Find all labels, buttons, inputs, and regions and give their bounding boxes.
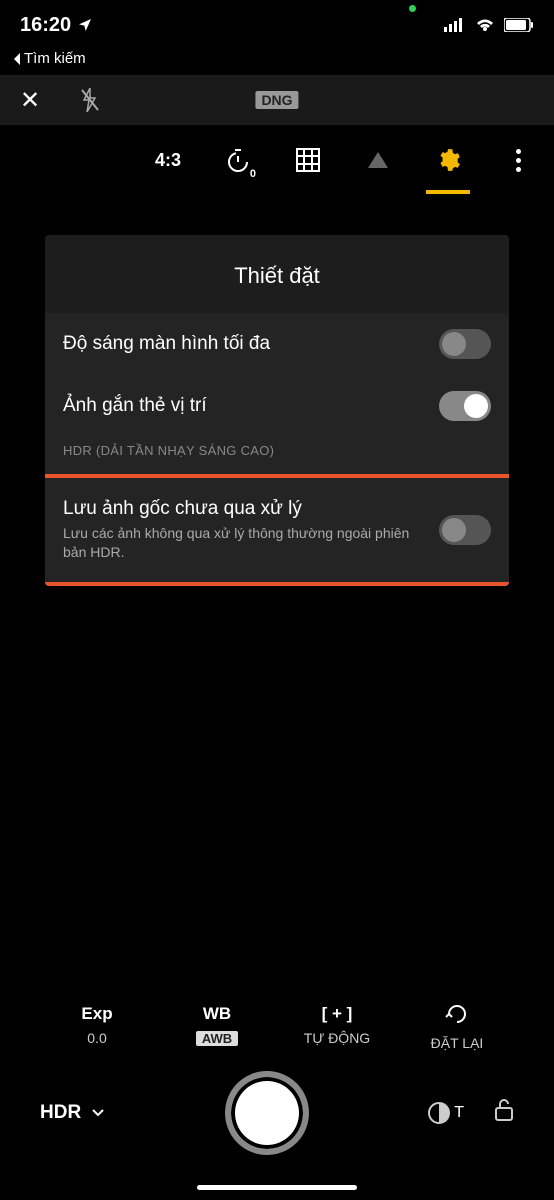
focus-control[interactable]: [ + ] TỰ ĐỘNG — [292, 1004, 382, 1051]
control-value: 0.0 — [52, 1030, 142, 1046]
camera-top-bar: ✕ DNG — [0, 75, 554, 125]
control-label: [ + ] — [292, 1004, 382, 1024]
flash-off-icon[interactable] — [80, 88, 100, 112]
cellular-icon — [444, 18, 466, 32]
level-button[interactable] — [362, 144, 394, 176]
aspect-ratio-button[interactable]: 4:3 — [152, 144, 184, 176]
unlock-icon — [494, 1098, 514, 1122]
settings-button[interactable] — [432, 144, 464, 176]
control-label: Exp — [52, 1004, 142, 1024]
grid-icon — [296, 148, 320, 172]
status-time: 16:20 — [20, 14, 71, 37]
toggle-geotag[interactable] — [439, 391, 491, 421]
control-value: AWB — [196, 1031, 238, 1046]
camera-active-dot — [409, 5, 416, 12]
whitebalance-control[interactable]: WB AWB — [172, 1004, 262, 1051]
setting-sublabel: Lưu các ảnh không qua xử lý thông thường… — [63, 524, 427, 562]
lock-button[interactable] — [494, 1098, 514, 1128]
tool-row: 4:3 0 — [0, 125, 554, 195]
timer-icon — [225, 147, 251, 173]
triangle-icon — [366, 150, 390, 170]
setting-geotag[interactable]: Ảnh gắn thẻ vị trí — [45, 375, 509, 437]
reset-control[interactable]: ĐẶT LẠI — [412, 1004, 502, 1051]
setting-label: Ảnh gắn thẻ vị trí — [63, 395, 207, 417]
filter-button[interactable]: T — [428, 1102, 464, 1124]
control-value: ĐẶT LẠI — [412, 1035, 502, 1051]
dng-badge[interactable]: DNG — [255, 91, 298, 109]
shutter-button[interactable] — [225, 1071, 309, 1155]
status-bar: 16:20 — [0, 0, 554, 50]
reset-icon — [445, 1004, 469, 1024]
toggle-save-raw[interactable] — [439, 515, 491, 545]
filter-icon — [428, 1102, 450, 1124]
filter-label: T — [454, 1104, 464, 1122]
more-dots-icon — [516, 149, 521, 172]
toggle-brightness[interactable] — [439, 329, 491, 359]
timer-value: 0 — [250, 168, 256, 180]
location-arrow-icon — [77, 17, 93, 33]
setting-save-raw[interactable]: Lưu ảnh gốc chưa qua xử lý Lưu các ảnh k… — [45, 474, 509, 586]
mode-selector[interactable]: HDR — [40, 1102, 105, 1124]
timer-button[interactable]: 0 — [222, 144, 254, 176]
close-icon[interactable]: ✕ — [20, 86, 40, 115]
setting-label: Độ sáng màn hình tối đa — [63, 333, 270, 355]
chevron-down-icon — [91, 1108, 105, 1118]
setting-label: Lưu ảnh gốc chưa qua xử lý — [63, 498, 427, 520]
settings-panel: Thiết đặt Độ sáng màn hình tối đa Ảnh gắ… — [45, 235, 509, 586]
battery-icon — [504, 18, 534, 32]
home-indicator[interactable] — [197, 1185, 357, 1190]
exposure-control[interactable]: Exp 0.0 — [52, 1004, 142, 1051]
back-label: Tìm kiếm — [24, 50, 86, 67]
more-button[interactable] — [502, 144, 534, 176]
setting-brightness[interactable]: Độ sáng màn hình tối đa — [45, 313, 509, 375]
setting-section-hdr: HDR (DẢI TẦN NHẠY SÁNG CAO) — [45, 437, 509, 474]
gear-icon — [435, 147, 461, 173]
chevron-left-icon — [12, 52, 22, 66]
control-value: TỰ ĐỘNG — [292, 1030, 382, 1046]
bottom-controls: Exp 0.0 WB AWB [ + ] TỰ ĐỘNG ĐẶT LẠI HDR… — [0, 994, 554, 1200]
back-to-search[interactable]: Tìm kiếm — [0, 50, 554, 75]
control-label: WB — [172, 1004, 262, 1024]
grid-button[interactable] — [292, 144, 324, 176]
wifi-icon — [474, 17, 496, 33]
settings-title: Thiết đặt — [45, 235, 509, 313]
mode-label: HDR — [40, 1102, 81, 1124]
